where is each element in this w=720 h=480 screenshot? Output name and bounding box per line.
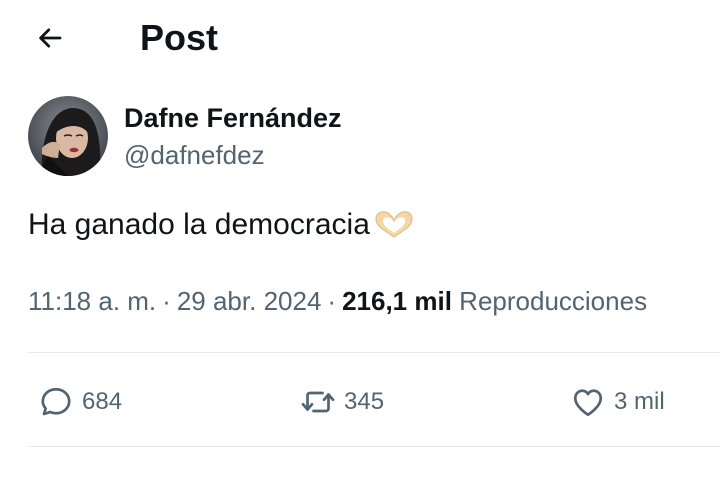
author-handle[interactable]: @dafnefdez xyxy=(124,140,265,170)
post-time[interactable]: 11:18 a. m. xyxy=(28,286,156,316)
like-count: 3 mil xyxy=(614,388,665,415)
divider xyxy=(28,352,720,353)
avatar[interactable] xyxy=(28,96,108,176)
action-bar: 684 345 3 mil xyxy=(28,376,720,428)
post-date[interactable]: 29 abr. 2024 xyxy=(177,286,322,316)
reply-bubble-icon xyxy=(41,387,71,416)
back-button[interactable] xyxy=(26,16,74,60)
author-display-name[interactable]: Dafne Fernández xyxy=(124,102,342,134)
heart-hands-icon xyxy=(372,209,416,241)
arrow-left-icon xyxy=(39,28,62,48)
repost-count: 345 xyxy=(344,388,385,415)
repost-icon xyxy=(301,391,335,413)
header-bar: Post xyxy=(0,0,720,78)
reply-count: 684 xyxy=(82,388,123,415)
post-body: Ha ganado la democracia xyxy=(28,205,416,245)
meta-separator: · xyxy=(162,286,171,316)
repost-button[interactable]: 345 xyxy=(300,376,384,428)
avatar-image xyxy=(28,96,108,176)
views-count[interactable]: 216,1 mil xyxy=(342,286,452,316)
post-text: Ha ganado la democracia xyxy=(28,208,370,241)
views-label: Reproducciones xyxy=(459,286,648,316)
post-author: Dafne Fernández @dafnefdez xyxy=(28,96,708,176)
post-meta: 11:18 a. m. · 29 abr. 2024 · 216,1 mil Repro… xyxy=(28,284,647,318)
reply-button[interactable]: 684 xyxy=(38,376,122,428)
meta-separator: · xyxy=(327,286,337,316)
heart-icon xyxy=(573,389,603,417)
page-title: Post xyxy=(140,17,219,58)
divider xyxy=(28,446,720,447)
like-button[interactable]: 3 mil xyxy=(570,376,665,428)
